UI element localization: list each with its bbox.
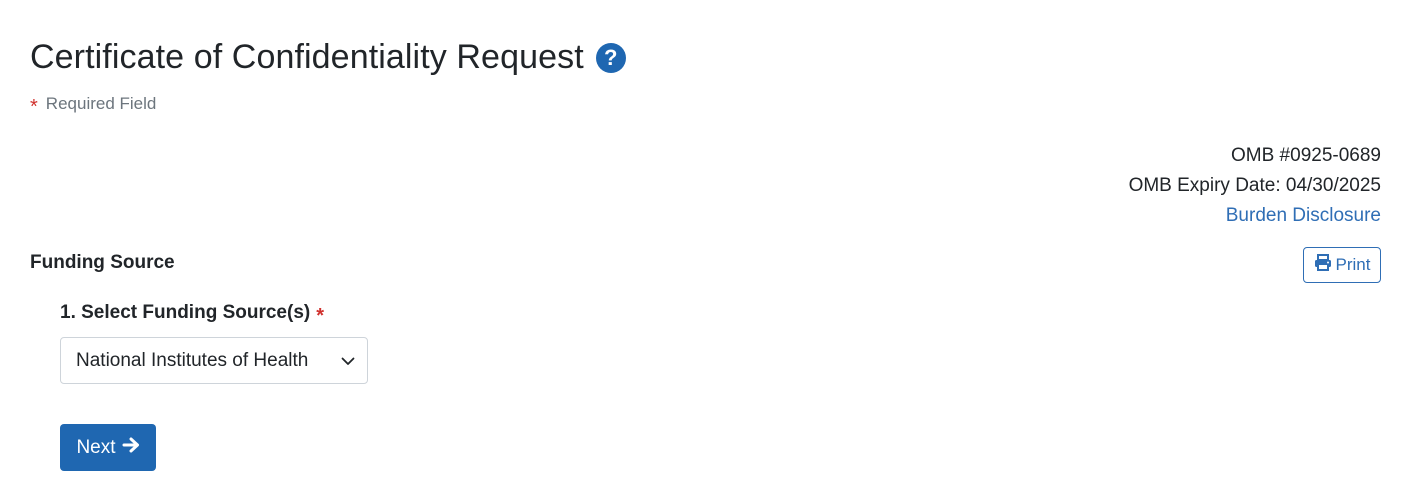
funding-source-required-asterisk: * (316, 305, 325, 327)
next-button[interactable]: Next (60, 424, 156, 471)
omb-expiry-date: OMB Expiry Date: 04/30/2025 (1128, 175, 1381, 196)
chevron-down-icon (341, 350, 355, 372)
print-label: Print (1335, 255, 1371, 274)
funding-source-label-text: 1. Select Funding Source(s) (60, 302, 311, 323)
printer-icon (1314, 254, 1332, 276)
funding-source-selected-value: National Institutes of Health (76, 349, 309, 371)
page-title: Certificate of Confidentiality Request (30, 38, 584, 76)
section-title-funding-source: Funding Source (30, 252, 175, 273)
required-field-note: * Required Field (30, 94, 157, 118)
omb-info: OMB #0925-0689 OMB Expiry Date: 04/30/20… (1129, 141, 1381, 231)
print-button[interactable]: Print (1303, 247, 1381, 283)
page-header: Certificate of Confidentiality Request ? (30, 38, 626, 77)
required-asterisk: * (30, 96, 38, 118)
funding-source-field-label: 1. Select Funding Source(s) * (60, 302, 325, 327)
omb-number: OMB #0925-0689 (1231, 145, 1381, 166)
next-label: Next (76, 436, 116, 458)
burden-disclosure-link[interactable]: Burden Disclosure (1226, 205, 1381, 226)
arrow-right-icon (122, 437, 140, 459)
required-field-label: Required Field (45, 94, 157, 113)
funding-source-select[interactable]: National Institutes of Health (60, 337, 368, 384)
question-circle-icon[interactable]: ? (595, 42, 626, 73)
